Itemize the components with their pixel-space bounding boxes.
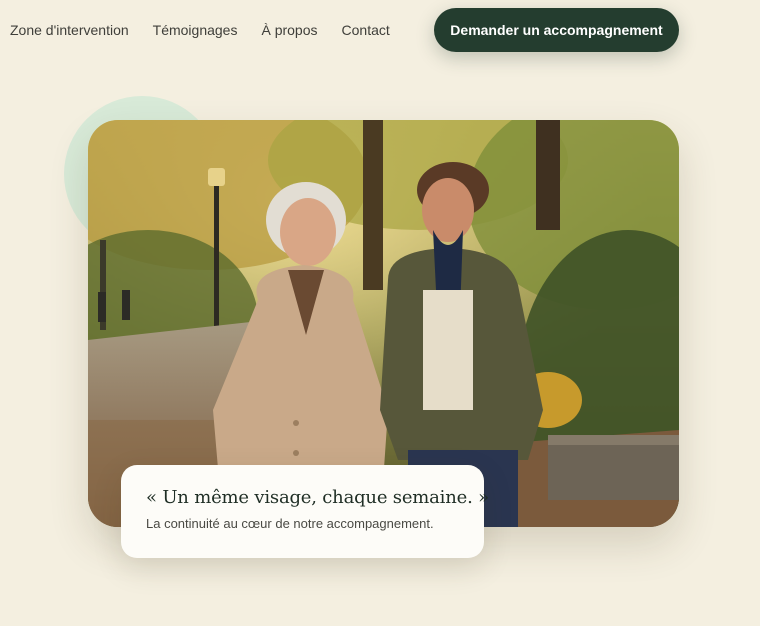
nav-links: Zone d'intervention Témoignages À propos… bbox=[10, 22, 390, 38]
nav-link-zone-intervention[interactable]: Zone d'intervention bbox=[10, 22, 129, 38]
quote-card: « Un même visage, chaque semaine. » La c… bbox=[121, 465, 489, 558]
quote-title: « Un même visage, chaque semaine. » bbox=[146, 487, 489, 508]
top-navigation: Zone d'intervention Témoignages À propos… bbox=[0, 8, 760, 52]
nav-link-a-propos[interactable]: À propos bbox=[261, 22, 317, 38]
quote-subtitle: La continuité au cœur de notre accompagn… bbox=[146, 516, 434, 531]
request-support-button[interactable]: Demander un accompagnement bbox=[434, 8, 679, 52]
nav-link-contact[interactable]: Contact bbox=[342, 22, 390, 38]
nav-link-temoignages[interactable]: Témoignages bbox=[153, 22, 238, 38]
page: Zone d'intervention Témoignages À propos… bbox=[0, 0, 760, 626]
